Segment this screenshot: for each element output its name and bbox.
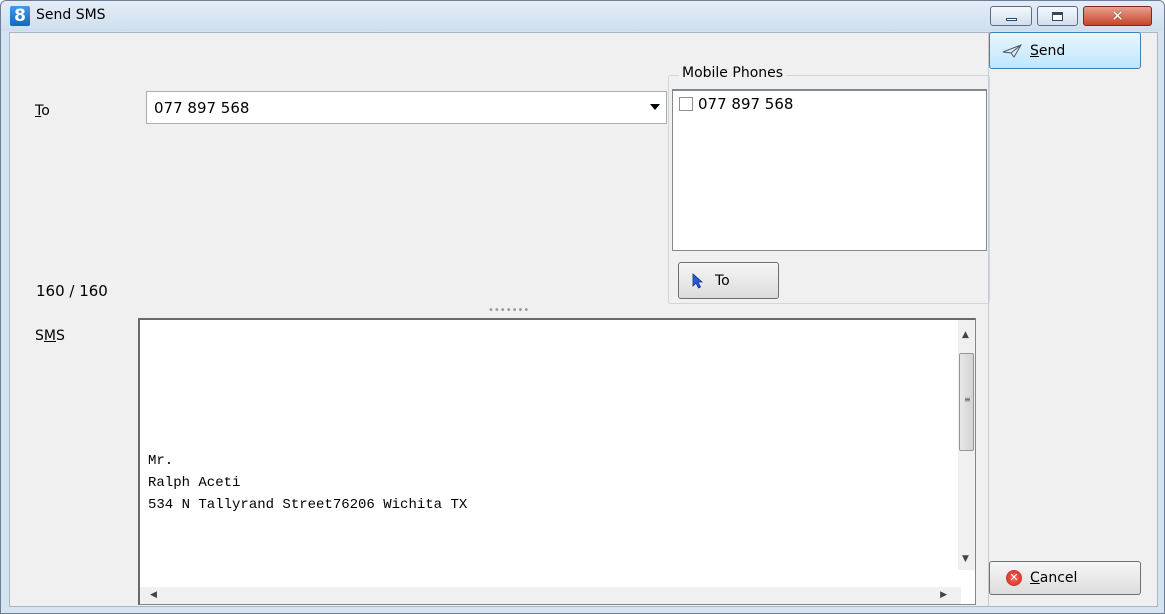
app-logo-icon: 8 bbox=[10, 6, 30, 26]
chevron-down-icon[interactable] bbox=[650, 104, 660, 110]
dialog-body: To 077 897 568 Mobile Phones 077 897 568… bbox=[9, 32, 1158, 607]
cancel-icon: ✕ bbox=[1006, 570, 1022, 586]
scroll-down-icon[interactable]: ▼ bbox=[962, 554, 969, 564]
scroll-left-icon[interactable]: ◀ bbox=[150, 590, 157, 600]
maximize-icon bbox=[1052, 11, 1063, 21]
cursor-arrow-icon bbox=[692, 272, 704, 289]
list-item[interactable]: 077 897 568 bbox=[679, 95, 793, 113]
vertical-scrollbar[interactable]: ▲ ≡ ▼ bbox=[958, 320, 975, 570]
scroll-thumb[interactable]: ≡ bbox=[959, 353, 974, 451]
send-button[interactable]: Send bbox=[989, 32, 1141, 69]
phone-number: 077 897 568 bbox=[698, 95, 794, 113]
sms-textarea[interactable]: Mr. Ralph Aceti 534 N Tallyrand Street76… bbox=[138, 318, 976, 605]
sms-text: Mr. Ralph Aceti 534 N Tallyrand Street76… bbox=[148, 453, 468, 513]
to-value: 077 897 568 bbox=[154, 99, 250, 117]
scroll-up-icon[interactable]: ▲ bbox=[962, 330, 969, 340]
mobile-phones-title: Mobile Phones bbox=[679, 65, 787, 81]
horizontal-scrollbar[interactable]: ◀ ▶ bbox=[140, 587, 961, 604]
sms-label: SMS bbox=[35, 328, 65, 344]
action-panel bbox=[988, 33, 1158, 606]
mobile-phones-list[interactable]: 077 897 568 bbox=[672, 89, 987, 251]
minimize-icon bbox=[1005, 18, 1017, 21]
add-to-label: To bbox=[715, 272, 730, 289]
cancel-label: Cancel bbox=[1030, 570, 1078, 586]
close-button[interactable]: ✕ bbox=[1083, 6, 1152, 26]
phone-checkbox[interactable] bbox=[679, 97, 693, 111]
send-label: Send bbox=[1030, 42, 1066, 59]
minimize-button[interactable] bbox=[990, 6, 1032, 26]
title-bar[interactable]: 8 Send SMS ✕ bbox=[1, 1, 1164, 31]
paper-plane-icon bbox=[1002, 43, 1022, 58]
to-label: To bbox=[35, 103, 50, 119]
splitter-grip[interactable]: ••••••• bbox=[488, 305, 529, 316]
window-title: Send SMS bbox=[36, 7, 106, 23]
add-to-button[interactable]: To bbox=[678, 262, 779, 299]
maximize-button[interactable] bbox=[1037, 6, 1078, 26]
scroll-right-icon[interactable]: ▶ bbox=[940, 590, 947, 600]
character-counter: 160 / 160 bbox=[36, 282, 108, 300]
send-sms-window: 8 Send SMS ✕ To 077 897 568 Mobile Phone… bbox=[0, 0, 1165, 614]
cancel-button[interactable]: ✕ Cancel bbox=[989, 561, 1141, 595]
close-icon: ✕ bbox=[1111, 7, 1124, 25]
to-combobox[interactable]: 077 897 568 bbox=[146, 91, 667, 124]
